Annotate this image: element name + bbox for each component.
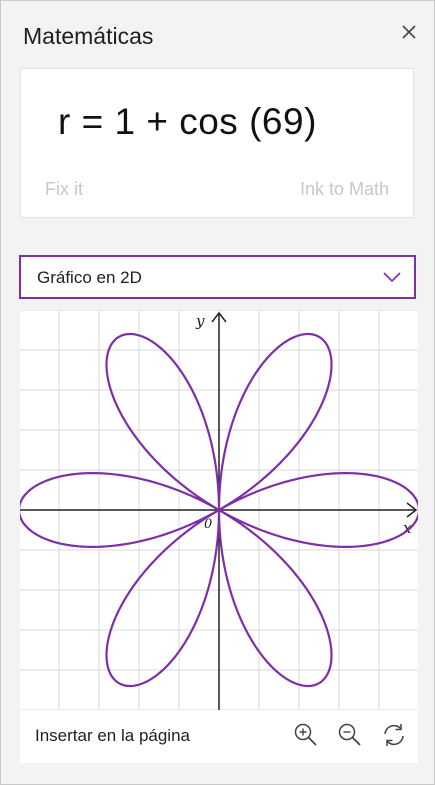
panel-title: Matemáticas	[23, 23, 154, 49]
chevron-down-icon	[383, 272, 401, 283]
math-panel: Matemáticas r = 1 + cos (69) Fix it Ink …	[0, 0, 435, 785]
zoom-in-icon[interactable]	[292, 721, 320, 749]
close-button[interactable]	[396, 19, 422, 45]
equation-text[interactable]: r = 1 + cos (69)	[58, 101, 317, 143]
graph-toolbar: Insertar en la página	[20, 710, 418, 763]
close-icon[interactable]	[402, 25, 416, 39]
graph-type-dropdown[interactable]: Gráfico en 2D	[19, 255, 416, 299]
ink-to-math-button[interactable]: Ink to Math	[300, 179, 389, 200]
equation-card: r = 1 + cos (69) Fix it Ink to Math	[20, 68, 414, 218]
refresh-icon[interactable]	[380, 721, 408, 749]
insert-on-page-button[interactable]: Insertar en la página	[35, 726, 190, 746]
graph-type-selected: Gráfico en 2D	[37, 268, 142, 287]
graph-plot[interactable]: x y 0	[20, 310, 418, 710]
y-axis-label: y	[195, 312, 205, 330]
fix-it-button[interactable]: Fix it	[45, 179, 83, 200]
zoom-out-icon[interactable]	[336, 721, 364, 749]
graph-canvas[interactable]: x y 0	[20, 310, 418, 710]
